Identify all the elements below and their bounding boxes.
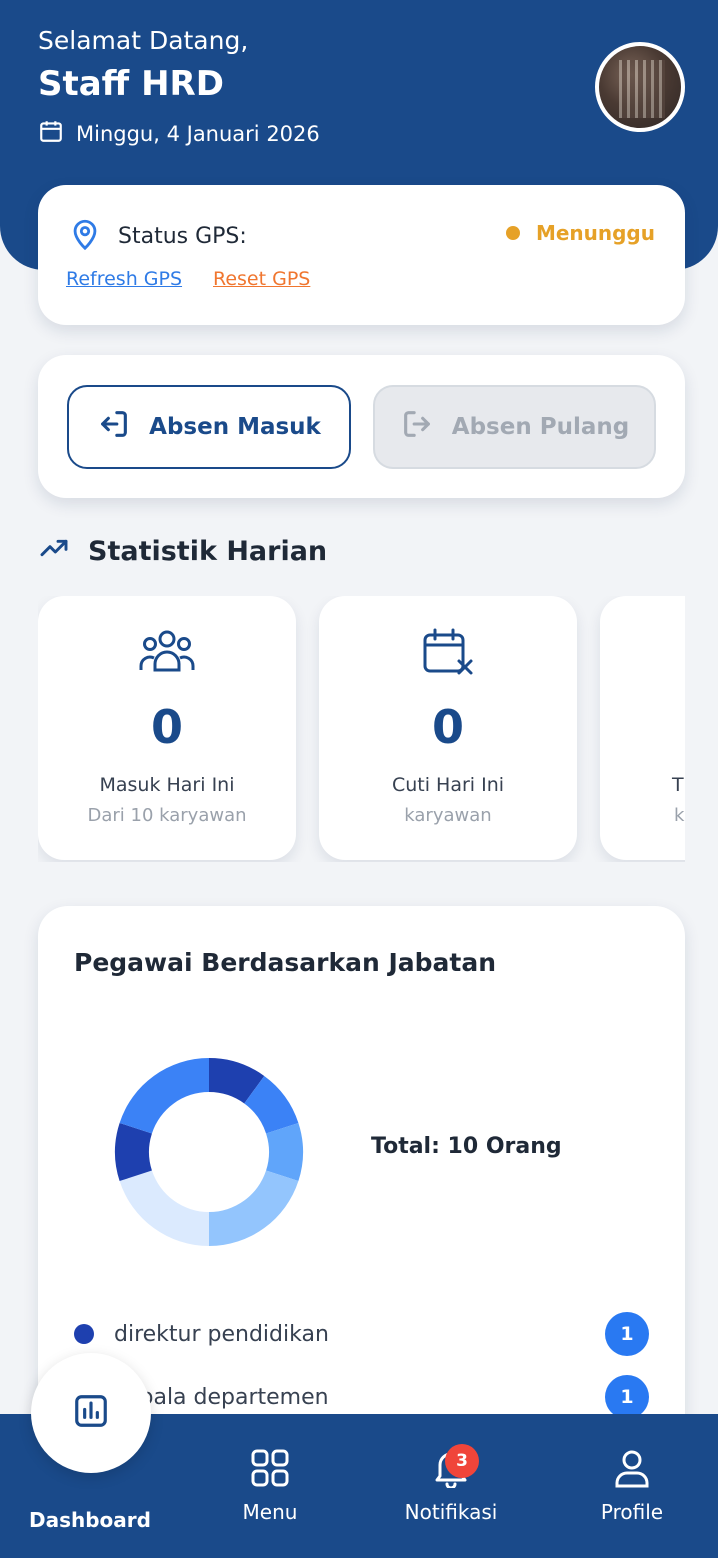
nav-profile[interactable]: Profile [557,1414,707,1558]
trending-up-icon [38,532,70,571]
stat-value: 0 [150,700,183,754]
location-pin-icon [68,217,102,255]
chart-title: Pegawai Berdasarkan Jabatan [74,948,497,977]
gps-status-card: Status GPS: Menunggu Refresh GPS Reset G… [38,185,685,325]
nav-menu-label: Menu [242,1500,298,1524]
absen-card: Absen Masuk Absen Pulang [38,355,685,498]
date-row: Minggu, 4 Januari 2026 [38,118,320,149]
legend-label: direktur pendidikan [114,1321,329,1347]
date-text: Minggu, 4 Januari 2026 [76,121,320,146]
donut-slice [119,1170,209,1246]
greeting-text: Selamat Datang, [38,26,249,55]
calendar-icon [38,118,64,149]
gps-status-badge: Menunggu [505,221,655,245]
legend-count: 1 [605,1375,649,1419]
nav-notifikasi-label: Notifikasi [404,1500,498,1524]
notification-badge: 3 [445,1444,479,1478]
donut-slice [209,1170,299,1246]
donut-slice [266,1122,303,1182]
stat-sub: karyawan [404,805,492,826]
chart-total: Total: 10 Orang [371,1134,562,1159]
bar-chart-icon [72,1392,110,1434]
logout-icon [400,407,434,447]
avatar[interactable] [595,42,685,132]
stat-card-cuti[interactable]: 0 Cuti Hari Ini karyawan [319,596,577,860]
refresh-gps-link[interactable]: Refresh GPS [66,268,182,290]
reset-gps-link[interactable]: Reset GPS [213,268,310,290]
users-icon [138,628,196,678]
donut-slice [115,1122,152,1182]
absen-pulang-label: Absen Pulang [451,414,630,440]
gps-label: Status GPS: [118,223,247,249]
stat-label: T [672,774,684,796]
legend-item: direktur pendidikan 1 [74,1312,649,1356]
absen-pulang-button[interactable]: Absen Pulang [373,385,656,469]
absen-masuk-button[interactable]: Absen Masuk [67,385,351,469]
grid-icon [250,1448,290,1492]
statistik-carousel[interactable]: 0 Masuk Hari Ini Dari 10 karyawan 0 Cuti… [38,596,685,862]
stat-sub: Dari 10 karyawan [87,805,247,826]
stat-card-partial[interactable]: T k [600,596,685,860]
stat-label: Cuti Hari Ini [391,774,505,796]
gps-status-text: Menunggu [535,221,655,245]
user-icon [613,1448,651,1492]
user-name: Staff HRD [38,64,224,104]
stat-label: Masuk Hari Ini [99,774,235,796]
stat-value: 0 [431,700,464,754]
nav-dashboard[interactable] [31,1353,151,1473]
stat-sub: k [674,805,685,826]
legend-count: 1 [605,1312,649,1356]
nav-profile-label: Profile [600,1500,664,1524]
legend-item: kepala departemen 1 [74,1375,649,1419]
legend-dot [74,1324,94,1344]
nav-menu[interactable]: Menu [195,1414,345,1558]
stat-card-masuk[interactable]: 0 Masuk Hari Ini Dari 10 karyawan [38,596,296,860]
calendar-x-icon [421,628,475,682]
statistik-section-title: Statistik Harian [38,532,327,571]
login-icon [97,407,131,447]
nav-dashboard-label: Dashboard [29,1508,151,1532]
absen-masuk-label: Absen Masuk [149,414,321,440]
donut-chart [115,1058,303,1246]
statistik-title: Statistik Harian [88,536,328,567]
donut-slice [119,1058,209,1134]
status-dot [505,226,520,240]
nav-notifikasi[interactable]: Notifikasi [376,1414,526,1558]
